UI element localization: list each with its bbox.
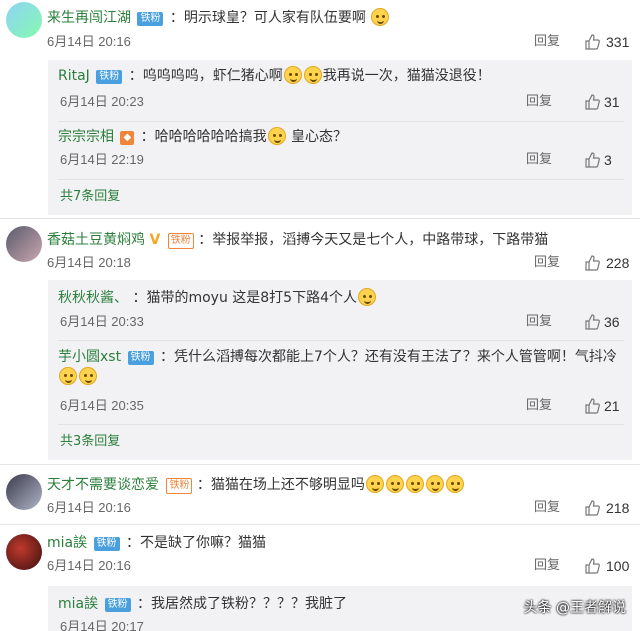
like-count: 218 — [606, 500, 630, 516]
reply-button[interactable]: 回复 — [534, 33, 560, 51]
reply-button[interactable]: 回复 — [526, 397, 552, 415]
thumbs-up-icon[interactable] — [584, 94, 600, 110]
like-count: 31 — [604, 94, 620, 110]
thumbs-up-icon[interactable] — [584, 398, 600, 414]
reply-button[interactable]: 回复 — [526, 313, 552, 331]
divider — [58, 121, 624, 122]
timestamp: 6月14日 20:16 — [47, 558, 131, 573]
divider — [58, 340, 624, 341]
emoji-icon — [283, 66, 302, 84]
thumbs-up-icon[interactable] — [584, 34, 600, 50]
reply-button[interactable]: 回复 — [526, 151, 552, 169]
timestamp: 6月14日 20:17 — [60, 619, 144, 631]
reply-thread: 秋秋秋酱、 ：猫带的moyu 这是8打5下路4个人 6月14日 20:33 回复… — [48, 280, 632, 460]
emoji-icon — [425, 475, 444, 493]
fan-badge: 铁粉 — [137, 12, 164, 26]
like-count: 228 — [606, 255, 630, 271]
username[interactable]: mia誒 — [58, 596, 98, 612]
verified-icon: V — [149, 232, 161, 248]
username[interactable]: 来生再闯江湖 — [47, 10, 131, 26]
username[interactable]: 天才不需要谈恋爱 — [47, 477, 159, 493]
divider — [0, 464, 640, 465]
fan-badge: 铁粉 — [127, 351, 154, 365]
emoji-icon — [303, 66, 322, 84]
more-replies-link[interactable]: 共3条回复 — [60, 433, 120, 451]
reply-text: ：呜呜呜呜，虾仁猪心啊 — [128, 68, 283, 84]
fan-badge: 铁粉 — [104, 598, 131, 612]
timestamp: 6月14日 20:33 — [60, 314, 144, 329]
divider — [0, 218, 640, 219]
like-count: 21 — [604, 398, 620, 414]
comment-text: ：猫猫在场上还不够明显吗 — [196, 477, 365, 493]
reply-text: ：我居然成了铁粉？？？？我脏了 — [137, 596, 348, 612]
divider — [0, 524, 640, 525]
divider — [58, 179, 624, 180]
thumbs-up-icon[interactable] — [584, 314, 600, 330]
reply-text: 我再说一次，猫猫没退役！ — [322, 68, 491, 84]
like-count: 331 — [606, 34, 630, 50]
reply-text: 皇心态？ — [291, 129, 348, 145]
more-replies-link[interactable]: 共7条回复 — [60, 188, 120, 206]
comment-text: ：举报举报，滔搏今天又是七个人，中路带球，下路带猫 — [198, 232, 549, 248]
timestamp: 6月14日 20:35 — [60, 398, 144, 413]
emoji-icon — [405, 475, 424, 493]
like-count: 3 — [604, 152, 612, 168]
timestamp: 6月14日 22:19 — [60, 152, 144, 167]
emoji-icon — [59, 367, 77, 385]
emoji-icon — [267, 127, 286, 145]
username[interactable]: RitaJ — [58, 68, 90, 84]
fan-badge: 铁粉 — [96, 70, 123, 84]
timestamp: 6月14日 20:16 — [47, 500, 131, 515]
avatar[interactable] — [6, 226, 42, 262]
reply-text: ：猫带的moyu 这是8打5下路4个人 — [132, 290, 357, 306]
username[interactable]: 宗宗宗相 — [58, 129, 114, 145]
emoji-icon — [365, 475, 384, 493]
timestamp: 6月14日 20:23 — [60, 94, 144, 109]
emoji-icon — [358, 288, 376, 306]
reply-button[interactable]: 回复 — [534, 499, 560, 517]
reply-button[interactable]: 回复 — [534, 557, 560, 575]
like-count: 100 — [606, 558, 630, 574]
avatar[interactable] — [6, 534, 42, 570]
thumbs-up-icon[interactable] — [584, 500, 600, 516]
avatar[interactable] — [6, 2, 42, 38]
reply-text: ：凭什么滔搏每次都能上7个人？还有没有王法了？来个人管管啊！气抖冷 — [159, 349, 617, 365]
reply-thread: RitaJ 铁粉 ：呜呜呜呜，虾仁猪心啊 我再说一次，猫猫没退役！ 6月14日 2… — [48, 60, 632, 215]
username[interactable]: mia誒 — [47, 535, 87, 551]
thumbs-up-icon[interactable] — [584, 255, 600, 271]
avatar[interactable] — [6, 474, 42, 510]
watermark: 头条 @王者解说 — [523, 600, 626, 616]
reply-text: ：哈哈哈哈哈哈搞我 — [140, 129, 267, 145]
emoji-icon — [371, 8, 390, 26]
level-badge-icon: ◆ — [120, 131, 135, 145]
like-count: 36 — [604, 314, 620, 330]
reply-button[interactable]: 回复 — [534, 254, 560, 272]
divider — [58, 424, 624, 425]
reply-button[interactable]: 回复 — [526, 93, 552, 111]
fan-badge: 铁粉 — [166, 478, 193, 494]
thumbs-up-icon[interactable] — [584, 558, 600, 574]
timestamp: 6月14日 20:16 — [47, 34, 131, 49]
comment-text: ：明示球皇？可人家有队伍要啊 — [169, 10, 366, 26]
timestamp: 6月14日 20:18 — [47, 255, 131, 270]
emoji-icon — [385, 475, 404, 493]
username[interactable]: 香菇土豆黄焖鸡 — [47, 232, 145, 248]
emoji-icon — [79, 367, 97, 385]
username[interactable]: 芋小圆xst — [58, 349, 121, 365]
emoji-icon — [445, 475, 464, 493]
username[interactable]: 秋秋秋酱、 — [58, 290, 128, 306]
comment-text: ：不是缺了你嘛？猫猫 — [126, 535, 267, 551]
fan-badge: 铁粉 — [167, 233, 194, 249]
fan-badge: 铁粉 — [93, 537, 120, 551]
thumbs-up-icon[interactable] — [584, 152, 600, 168]
